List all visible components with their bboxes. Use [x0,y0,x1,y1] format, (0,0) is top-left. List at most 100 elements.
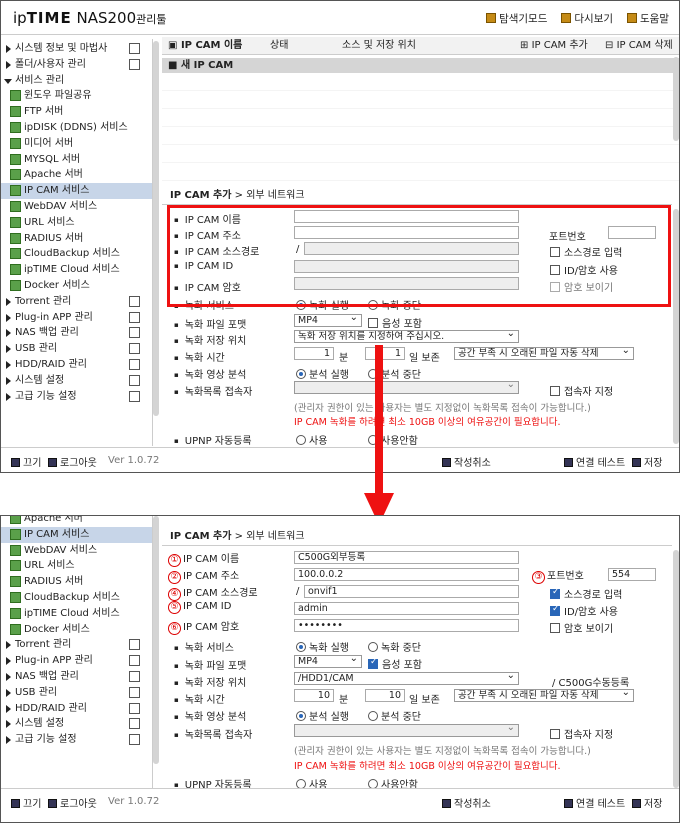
explorer-mode-link[interactable]: 탐색기모드 [486,11,547,26]
cancel-button[interactable]: 작성취소 [442,795,491,810]
save-button[interactable]: 저장 [632,454,662,469]
replay-link[interactable]: 다시보기 [561,11,613,26]
label-rec-fmt: 녹화 파일 포맷 [174,657,247,672]
form-scrollbar[interactable] [673,550,679,788]
cancel-button[interactable]: 작성취소 [442,454,491,469]
sidebar-item[interactable]: HDD/RAID 관리 [1,357,152,373]
sidebar-item[interactable]: URL 서비스 [1,215,152,231]
sidebar-item[interactable]: ipTIME Cloud 서비스 [1,262,152,278]
add-ipcam-button[interactable]: ⊞ IP CAM 추가 [520,37,588,55]
menu-icon [129,343,140,355]
sidebar-item[interactable]: RADIUS 서버 [1,231,152,247]
id-pw-checkbox[interactable]: ID/암호 사용 [550,603,618,618]
sidebar-item[interactable]: Apache 서버 [1,515,152,527]
col-status: 상태 [270,40,289,51]
audio-checkbox[interactable]: 음성 포함 [368,656,422,671]
list-header: ▣ IP CAM 이름 상태 소스 및 저장 위치 ⊞ IP CAM 추가 ⊟ … [162,37,679,55]
ipcam-name-input[interactable]: C500G외부등록 [294,551,519,564]
connection-test-button[interactable]: 연결 테스트 [564,795,625,810]
rec-minutes-input[interactable]: 1 [294,347,334,360]
sidebar-item[interactable]: ipDISK (DDNS) 서비스 [1,120,152,136]
audio-checkbox[interactable]: 음성 포함 [368,315,422,330]
sidebar-item[interactable]: 고급 기능 설정 [1,389,152,405]
access-checkbox[interactable]: 접속자 지정 [550,726,613,741]
sidebar-item[interactable]: 시스템 설정 [1,716,152,732]
sidebar-item[interactable]: 고급 기능 설정 [1,732,152,748]
sidebar-item[interactable]: Torrent 관리 [1,637,152,653]
sidebar-item[interactable]: 시스템 설정 [1,373,152,389]
src-path-input[interactable]: onvif1 [304,585,519,598]
minute-text: 분 [339,353,349,364]
sidebar-item[interactable]: IP CAM 서비스 [1,526,152,543]
sidebar-item-label: 서비스 관리 [15,74,65,86]
ipcam-id-input[interactable]: admin [294,602,519,615]
rec-location-select[interactable]: /HDD1/CAM [294,672,519,685]
sidebar-item[interactable]: 미디어 서버 [1,136,152,152]
sidebar-item[interactable]: ipTIME Cloud 서비스 [1,606,152,622]
sidebar-item[interactable]: Torrent 관리 [1,294,152,310]
src-input-checkbox[interactable]: 소스경로 입력 [550,586,622,601]
auto-delete-select[interactable]: 공간 부족 시 오래된 파일 자동 삭제 [454,689,634,702]
access-select[interactable] [294,724,519,737]
sidebar-item[interactable]: RADIUS 서버 [1,574,152,590]
power-off-button[interactable]: 끄기 [11,454,41,469]
show-pw-checkbox[interactable]: 암호 보이기 [550,620,613,635]
new-ipcam-row[interactable]: ■ 새 IP CAM [162,58,679,73]
sidebar-item[interactable]: USB 관리 [1,341,152,357]
sidebar-item[interactable]: Plug-in APP 관리 [1,310,152,326]
sidebar-item[interactable]: Docker 서비스 [1,278,152,294]
sidebar-item[interactable]: 시스템 정보 및 마법사 [1,41,152,57]
help-link[interactable]: 도움말 [627,11,669,26]
power-off-button[interactable]: 끄기 [11,795,41,810]
sidebar-menu: 시스템 정보 및 마법사 폴더/사용자 관리 서비스 관리윈도우 파일공유 FTP 서… [1,39,153,446]
sidebar-item[interactable]: NAS 백업 관리 [1,325,152,341]
sidebar-item[interactable]: URL 서비스 [1,558,152,574]
sidebar-item-label: Apache 서버 [24,169,83,181]
sidebar-item[interactable]: Apache 서버 [1,167,152,183]
sidebar-item[interactable]: USB 관리 [1,685,152,701]
sidebar-item[interactable]: 폴더/사용자 관리 [1,57,152,73]
sidebar-item[interactable]: HDD/RAID 관리 [1,701,152,717]
sidebar-item[interactable]: 윈도우 파일공유 [1,88,152,104]
access-checkbox[interactable]: 접속자 지정 [550,383,613,398]
sidebar-item-label: Apache 서버 [24,515,83,524]
list-scrollbar[interactable] [673,57,679,141]
sidebar-item[interactable]: Docker 서비스 [1,622,152,638]
rec-off-radio[interactable]: 녹화 중단 [368,639,421,654]
rec-on-radio[interactable]: 녹화 실행 [296,639,349,654]
sidebar-scrollbar[interactable] [153,516,159,764]
logout-button[interactable]: 로그아웃 [48,795,97,810]
rec-format-select[interactable]: MP4 [294,314,362,327]
delete-ipcam-button[interactable]: ⊟ IP CAM 삭제 [605,37,673,55]
save-button[interactable]: 저장 [632,795,662,810]
auto-delete-select[interactable]: 공간 부족 시 오래된 파일 자동 삭제 [454,347,634,360]
ipcam-addr-input[interactable]: 100.0.0.2 [294,568,519,581]
keep-days-input[interactable]: 10 [365,689,405,702]
rec-minutes-input[interactable]: 10 [294,689,334,702]
sidebar-item[interactable]: WebDAV 서비스 [1,199,152,215]
sidebar-item[interactable]: MYSQL 서버 [1,152,152,168]
connection-test-button[interactable]: 연결 테스트 [564,454,625,469]
upnp-use-radio[interactable]: 사용 [296,432,327,447]
ipcam-pw-input[interactable]: •••••••• [294,619,519,632]
form-scrollbar[interactable] [673,209,679,444]
service-icon [10,516,21,524]
logout-button[interactable]: 로그아웃 [48,454,97,469]
port-input[interactable]: 554 [608,568,656,581]
sidebar-item[interactable]: 서비스 관리 [1,73,152,89]
access-select[interactable] [294,381,519,394]
analysis-off-radio[interactable]: 분석 중단 [368,708,421,723]
sidebar-item[interactable]: CloudBackup 서비스 [1,590,152,606]
sidebar-item[interactable]: NAS 백업 관리 [1,669,152,685]
analysis-on-radio[interactable]: 분석 실행 [296,366,349,381]
sidebar-item[interactable]: Plug-in APP 관리 [1,653,152,669]
sidebar-item[interactable]: IP CAM 서비스 [1,183,152,199]
sidebar-item[interactable]: WebDAV 서비스 [1,543,152,559]
sidebar-scrollbar[interactable] [153,41,159,416]
analysis-on-radio[interactable]: 분석 실행 [296,708,349,723]
rec-format-select[interactable]: MP4 [294,655,362,668]
header-bar: ipTIME NAS200관리툴 탐색기모드 다시보기 도움말 [1,1,679,35]
sidebar-item[interactable]: FTP 서버 [1,104,152,120]
rec-location-select[interactable]: 녹화 저장 위치를 지정하여 주십시오. [294,330,519,343]
sidebar-item[interactable]: CloudBackup 서비스 [1,246,152,262]
